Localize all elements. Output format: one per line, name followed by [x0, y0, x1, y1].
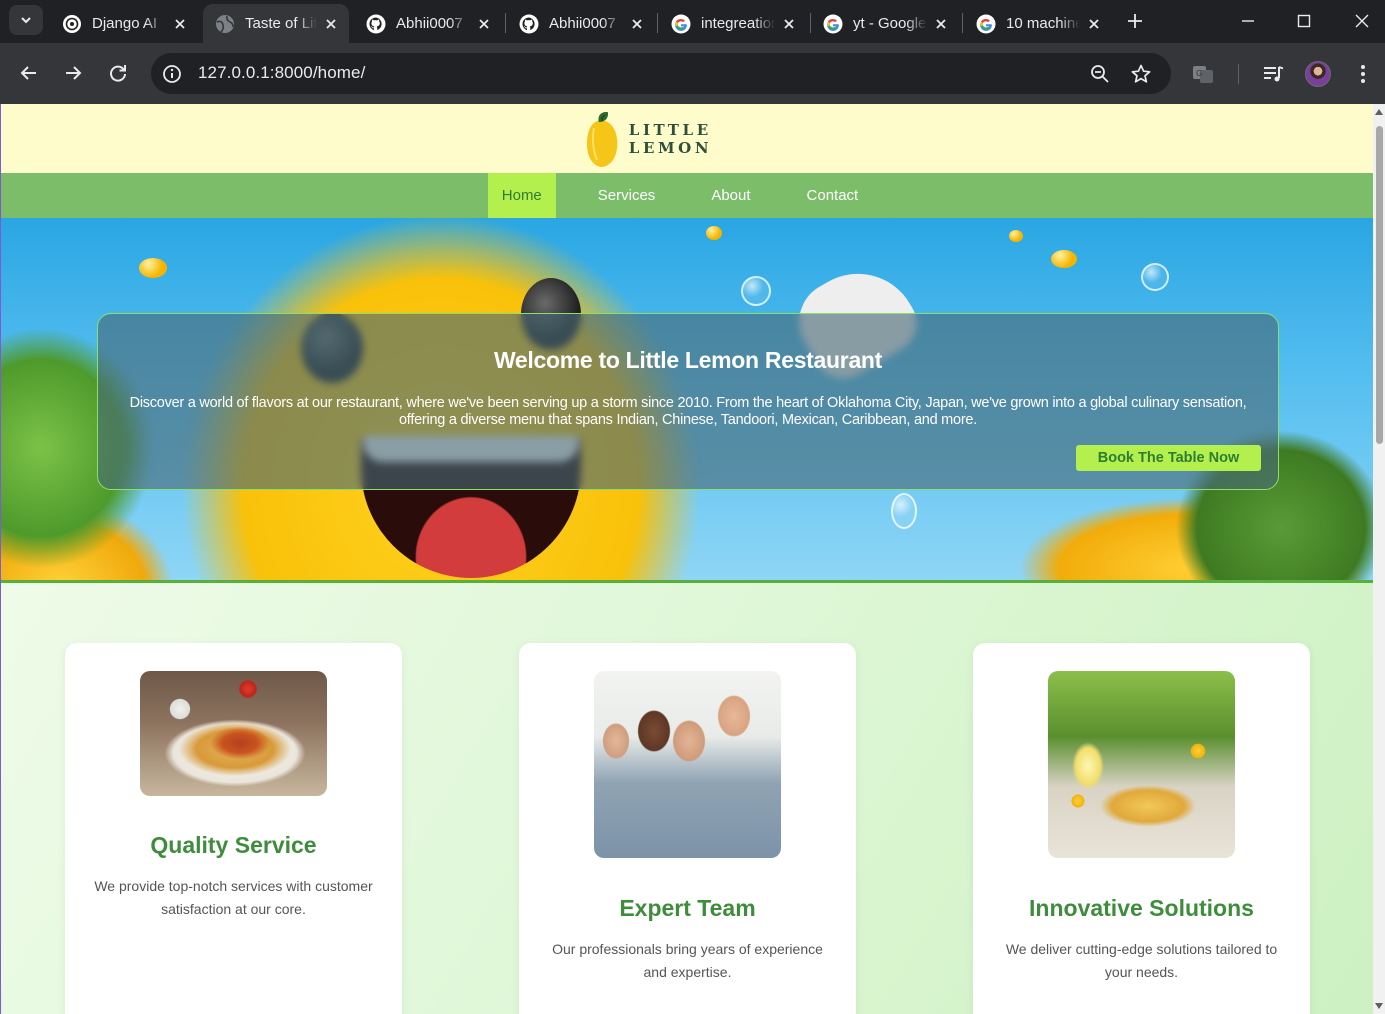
feature-title: Innovative Solutions [1029, 895, 1254, 921]
close-icon[interactable] [629, 16, 645, 32]
browser-tab-strip: Django AI Taste of Little Lemon Abhii000… [0, 0, 1385, 43]
site-info-icon[interactable] [161, 63, 183, 85]
zoom-out-icon[interactable] [1089, 63, 1111, 85]
page-viewport: LITTLE LEMON Home Services About Contact [0, 104, 1385, 1014]
hero-lemon-drop [1009, 230, 1023, 242]
browser-tab[interactable]: integreation [659, 4, 807, 43]
main-navigation: Home Services About Contact [1, 173, 1373, 218]
page-scrollbar[interactable] [1373, 104, 1385, 1014]
nav-contact[interactable]: Contact [793, 173, 873, 218]
tab-title: Django AI [92, 15, 158, 32]
github-icon [519, 14, 539, 33]
browser-tab[interactable]: yt - Google [811, 4, 959, 43]
feature-description: Our professionals bring years of experie… [552, 941, 823, 980]
hero-banner: Welcome to Little Lemon Restaurant Disco… [1, 218, 1373, 583]
browser-tab-active[interactable]: Taste of Little Lemon [203, 4, 349, 43]
nav-home[interactable]: Home [487, 173, 556, 218]
feature-description: We provide top-notch services with custo… [94, 878, 373, 917]
feature-card-quality-service: Quality Service We provide top-notch ser… [65, 643, 402, 1014]
hero-lemon-drop [706, 226, 722, 240]
feature-card-expert-team: Expert Team Our professionals bring year… [519, 643, 856, 1014]
scrollbar-thumb[interactable] [1376, 126, 1383, 444]
close-icon[interactable] [323, 16, 339, 32]
more-vertical-icon[interactable] [1351, 62, 1375, 86]
browser-tab[interactable]: Abhii0007 [507, 4, 655, 43]
tab-separator [657, 13, 658, 33]
tab-separator [505, 13, 506, 33]
tab-title: Abhii0007 [396, 15, 463, 32]
hero-bubble [891, 493, 917, 529]
close-icon[interactable] [781, 16, 797, 32]
chatgpt-icon [63, 14, 81, 33]
hero-lemon-drop [1051, 250, 1077, 268]
hero-description: Discover a world of flavors at our resta… [129, 395, 1247, 428]
feature-description: We deliver cutting-edge solutions tailor… [1005, 941, 1278, 980]
tab-title: Taste of Little Lemon [245, 15, 317, 32]
tab-title: yt - Google [853, 15, 927, 32]
feature-card-innovative-solutions: Innovative Solutions We deliver cutting-… [973, 643, 1310, 1014]
logo-text: LITTLE LEMON [628, 121, 713, 157]
hero-card: Welcome to Little Lemon Restaurant Disco… [97, 313, 1279, 490]
nav-about[interactable]: About [697, 173, 764, 218]
maximize-icon[interactable] [1291, 8, 1317, 34]
feature-title: Expert Team [619, 895, 756, 921]
close-icon[interactable] [476, 16, 492, 32]
pasta-dish-image [140, 671, 327, 796]
google-icon [823, 14, 843, 33]
media-queue-icon[interactable] [1261, 62, 1285, 86]
back-arrow-icon[interactable] [18, 62, 40, 84]
tab-title: 10 machine [1006, 15, 1080, 32]
google-icon [671, 14, 691, 33]
translate-icon[interactable]: G [1191, 62, 1215, 86]
lemon-desserts-image [1048, 671, 1235, 858]
site-logo[interactable]: LITTLE LEMON [583, 108, 803, 170]
browser-tab[interactable]: 10 machine [964, 4, 1112, 43]
page: LITTLE LEMON Home Services About Contact [1, 104, 1373, 1014]
close-icon[interactable] [933, 16, 949, 32]
feature-title: Quality Service [150, 832, 317, 858]
hero-lemon-drop [139, 258, 167, 278]
globe-icon [216, 14, 234, 33]
browser-tab[interactable]: Abhii0007 [354, 4, 502, 43]
tab-separator [962, 13, 963, 33]
reload-icon[interactable] [107, 62, 129, 84]
minimize-icon[interactable] [1235, 8, 1261, 34]
tab-title: Abhii0007 [549, 15, 616, 32]
github-icon [366, 14, 386, 33]
site-header: LITTLE LEMON [1, 104, 1373, 173]
browser-tab[interactable]: Django AI [50, 4, 198, 43]
scroll-up-arrow-icon[interactable] [1375, 109, 1383, 115]
browser-toolbar: 127.0.0.1:8000/home/ G [0, 43, 1385, 104]
lemon-logo-icon [586, 111, 618, 167]
close-icon[interactable] [1086, 16, 1102, 32]
tab-title: integreation [701, 15, 775, 32]
svg-text:G: G [1196, 69, 1202, 78]
chevron-down-icon [21, 17, 31, 24]
book-table-button[interactable]: Book The Table Now [1076, 445, 1261, 471]
url-text[interactable]: 127.0.0.1:8000/home/ [198, 63, 365, 83]
new-tab-plus-icon[interactable] [1124, 10, 1146, 32]
features-section: Quality Service We provide top-notch ser… [1, 583, 1373, 1014]
nav-services[interactable]: Services [584, 173, 670, 218]
hero-title: Welcome to Little Lemon Restaurant [493, 347, 883, 373]
hero-bubble [1141, 263, 1169, 291]
close-icon[interactable] [172, 16, 188, 32]
window-close-icon[interactable] [1349, 8, 1375, 34]
scroll-down-arrow-icon[interactable] [1375, 1003, 1383, 1009]
profile-avatar[interactable] [1305, 61, 1331, 87]
forward-arrow-icon[interactable] [62, 62, 84, 84]
toolbar-divider [1238, 64, 1239, 84]
bookmark-star-icon[interactable] [1130, 63, 1152, 85]
hero-bubble [741, 276, 771, 306]
google-icon [976, 14, 996, 33]
tab-search-button[interactable] [9, 5, 43, 35]
address-bar[interactable]: 127.0.0.1:8000/home/ [151, 53, 1171, 94]
team-photo-image [594, 671, 781, 858]
